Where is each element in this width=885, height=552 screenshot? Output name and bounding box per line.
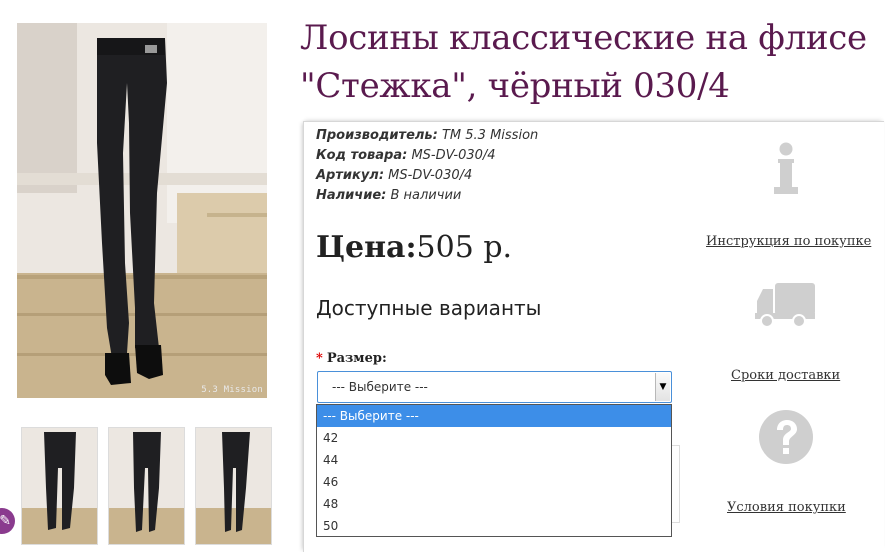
main-product-photo[interactable]: 5.3 Mission xyxy=(17,23,267,398)
price-value: 505 р. xyxy=(416,230,513,265)
size-label: * Размер: xyxy=(316,351,387,366)
size-dropdown-list[interactable]: --- Выберите --- 42 44 46 48 50 xyxy=(316,404,672,537)
price-label: Цена: xyxy=(316,230,417,265)
photo-watermark: 5.3 Mission xyxy=(201,385,263,395)
spec-product-code: Код товара: MS-DV-030/4 xyxy=(316,148,496,163)
spec-label: Артикул: xyxy=(316,168,385,183)
question-icon xyxy=(759,410,813,464)
spec-value: MS-DV-030/4 xyxy=(411,148,496,163)
spec-label: Код товара: xyxy=(316,148,408,163)
size-select[interactable]: --- Выберите --- ▼ xyxy=(317,371,672,403)
delivery-link[interactable]: Сроки доставки xyxy=(731,368,840,383)
price: Цена:505 р. xyxy=(316,230,512,265)
size-label-text: Размер: xyxy=(326,351,387,366)
size-option[interactable]: 46 xyxy=(317,471,671,493)
chevron-down-icon[interactable]: ▼ xyxy=(655,373,670,401)
required-mark: * xyxy=(316,351,323,366)
spec-label: Наличие: xyxy=(316,188,387,203)
size-option[interactable]: 50 xyxy=(317,515,671,537)
spec-value: ТМ 5.3 Mission xyxy=(441,128,539,143)
product-title: Лосины классические на флисе "Стежка", ч… xyxy=(300,18,867,106)
spec-manufacturer: Производитель: ТМ 5.3 Mission xyxy=(316,128,538,143)
instruction-link[interactable]: Инструкция по покупке xyxy=(706,234,871,249)
size-option[interactable]: 44 xyxy=(317,449,671,471)
size-option[interactable]: --- Выберите --- xyxy=(317,405,671,427)
variants-heading: Доступные варианты xyxy=(316,296,542,320)
info-icon xyxy=(774,142,798,194)
thumbnail-1[interactable] xyxy=(21,427,98,545)
spec-value: В наличии xyxy=(390,188,462,203)
truck-icon xyxy=(755,283,815,328)
hidden-form-box xyxy=(672,445,680,523)
spec-availability: Наличие: В наличии xyxy=(316,188,461,203)
thumbnail-3[interactable] xyxy=(195,427,272,545)
terms-link[interactable]: Условия покупки xyxy=(727,500,846,515)
spec-label: Производитель: xyxy=(316,128,438,143)
chat-widget-icon[interactable]: ✎ xyxy=(0,508,15,534)
size-select-value: --- Выберите --- xyxy=(332,380,428,394)
spec-article: Артикул: MS-DV-030/4 xyxy=(316,168,472,183)
thumbnail-2[interactable] xyxy=(108,427,185,545)
spec-value: MS-DV-030/4 xyxy=(388,168,473,183)
size-option[interactable]: 42 xyxy=(317,427,671,449)
size-option[interactable]: 48 xyxy=(317,493,671,515)
